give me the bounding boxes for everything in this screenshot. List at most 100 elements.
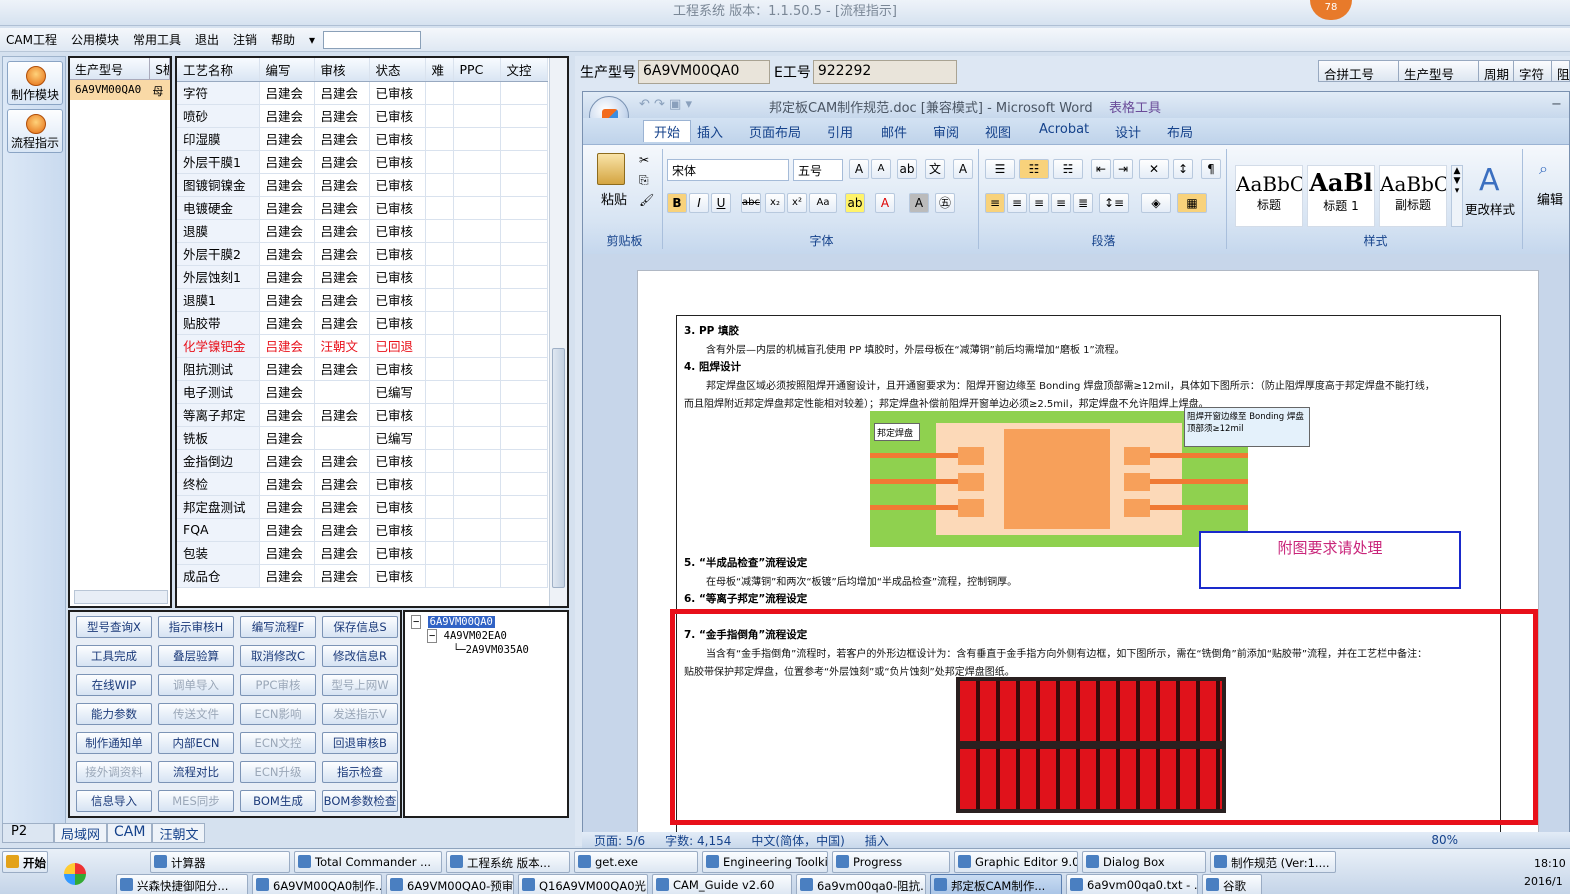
function-button[interactable]: BOM参数检查: [322, 790, 398, 812]
function-button[interactable]: 指示检查: [322, 761, 398, 783]
ribbon-tab[interactable]: 插入: [697, 122, 723, 141]
vertical-scrollbar[interactable]: [549, 58, 567, 606]
taskbar-item[interactable]: Total Commander ...: [294, 851, 442, 873]
product-no-field[interactable]: 6A9VM00QA0: [638, 60, 770, 84]
font-size-select[interactable]: 五号: [793, 159, 843, 181]
proc-col-header[interactable]: 审核: [314, 58, 370, 82]
col-more[interactable]: 阻: [1552, 61, 1570, 82]
menu-overflow-icon[interactable]: ▾: [309, 33, 315, 47]
function-button[interactable]: 能力参数: [76, 703, 152, 725]
paste-label[interactable]: 粘贴: [601, 189, 627, 208]
sort-icon[interactable]: ↕: [1173, 159, 1193, 179]
editing-label[interactable]: 编辑: [1537, 189, 1563, 208]
quick-access-toolbar[interactable]: ↶ ↷ ▣ ▾: [639, 97, 692, 112]
function-button[interactable]: 接外调资料: [76, 761, 152, 783]
superscript-icon[interactable]: x²: [787, 193, 807, 213]
function-button[interactable]: 编写流程F: [240, 616, 316, 638]
process-row[interactable]: 邦定盘测试 吕建会 吕建会 已审核: [177, 495, 548, 519]
tree-child[interactable]: − 4A9VM02EA0: [427, 629, 507, 643]
process-row[interactable]: 字符 吕建会 吕建会 已审核: [177, 81, 548, 105]
function-button[interactable]: 流程对比: [158, 761, 234, 783]
style-heading[interactable]: AaBbC 标题: [1235, 165, 1303, 227]
menu-dropdown[interactable]: [323, 30, 422, 49]
page-count[interactable]: 页面: 5/6: [594, 832, 645, 849]
subscript-icon[interactable]: x₂: [765, 193, 785, 213]
col-product-no[interactable]: 生产型号: [70, 58, 151, 79]
taskbar-item[interactable]: Graphic Editor 9.0...: [954, 851, 1078, 873]
font-color-icon[interactable]: A: [875, 193, 895, 213]
style-subtitle[interactable]: AaBbC 副标题: [1379, 165, 1447, 227]
flow-instruction-button[interactable]: 流程指示: [7, 109, 63, 153]
enclose-char-icon[interactable]: ㊄: [935, 193, 955, 213]
word-count[interactable]: 字数: 4,154: [665, 832, 731, 849]
proc-col-header[interactable]: 文控: [500, 58, 548, 82]
process-row[interactable]: 阻抗测试 吕建会 吕建会 已审核: [177, 357, 548, 381]
function-button[interactable]: 工具完成: [76, 645, 152, 667]
function-button[interactable]: ECN影响: [240, 703, 316, 725]
col-char[interactable]: 字符: [1514, 61, 1552, 82]
minimize-icon[interactable]: −: [1551, 97, 1562, 112]
shading-icon[interactable]: ◈: [1141, 193, 1171, 213]
taskbar-item[interactable]: 兴森快捷御阳分...: [116, 874, 248, 894]
taskbar-item[interactable]: 6A9VM00QA0制作...: [252, 874, 382, 894]
style-heading-1[interactable]: AaBl 标题 1: [1307, 165, 1375, 227]
change-styles-label[interactable]: 更改样式: [1465, 199, 1515, 218]
font-name-select[interactable]: 宋体: [667, 159, 789, 181]
tab-cam[interactable]: CAM: [107, 823, 153, 843]
bullets-icon[interactable]: ☰: [985, 159, 1015, 179]
italic-icon[interactable]: I: [689, 193, 709, 213]
taskbar-item[interactable]: 6A9VM00QA0-预审...: [386, 874, 514, 894]
process-row[interactable]: 印湿膜 吕建会 吕建会 已审核: [177, 127, 548, 151]
strikethrough-icon[interactable]: abc: [741, 193, 761, 213]
menu-help[interactable]: 帮助: [271, 31, 295, 48]
find-icon[interactable]: ⌕: [1539, 159, 1548, 179]
menu-tools[interactable]: 常用工具: [133, 31, 181, 48]
clock-time[interactable]: 18:10: [1534, 857, 1566, 870]
taskbar-item[interactable]: Progress: [832, 851, 950, 873]
justify-icon[interactable]: ≡: [1051, 193, 1071, 213]
process-row[interactable]: FQA 吕建会 吕建会 已审核: [177, 518, 548, 542]
ribbon-tab[interactable]: 页面布局: [749, 122, 801, 141]
show-marks-icon[interactable]: ¶: [1201, 159, 1221, 179]
function-button[interactable]: 内部ECN: [158, 732, 234, 754]
function-button[interactable]: 保存信息S: [322, 616, 398, 638]
function-button[interactable]: 调单导入: [158, 674, 234, 696]
menu-logout[interactable]: 注销: [233, 31, 257, 48]
bold-icon[interactable]: B: [667, 193, 687, 213]
phonetic-icon[interactable]: 文: [925, 159, 945, 179]
clear-format-icon[interactable]: ab: [897, 159, 917, 179]
process-row[interactable]: 外层干膜1 吕建会 吕建会 已审核: [177, 150, 548, 174]
ribbon-tab[interactable]: 审阅: [933, 122, 959, 141]
taskbar-item[interactable]: 谷歌: [1202, 874, 1262, 894]
annotation-box[interactable]: 附图要求请处理: [1199, 531, 1461, 589]
menu-common[interactable]: 公用模块: [71, 31, 119, 48]
function-button[interactable]: 信息导入: [76, 790, 152, 812]
proc-col-header[interactable]: 难: [425, 58, 454, 82]
cut-icon[interactable]: ✂: [639, 153, 649, 167]
process-row[interactable]: 退膜1 吕建会 吕建会 已审核: [177, 288, 548, 312]
char-scale-icon[interactable]: ✕: [1139, 159, 1169, 179]
proc-col-header[interactable]: 状态: [369, 58, 426, 82]
ribbon-tab[interactable]: 视图: [985, 122, 1011, 141]
function-button[interactable]: 型号查询X: [76, 616, 152, 638]
taskbar-item[interactable]: 计算器: [150, 851, 290, 873]
insert-mode[interactable]: 插入: [865, 832, 889, 849]
numbering-icon[interactable]: ☷: [1019, 159, 1049, 179]
process-row[interactable]: 金指倒边 吕建会 吕建会 已审核: [177, 449, 548, 473]
col-combined-job[interactable]: 合拼工号: [1319, 61, 1399, 82]
format-painter-icon[interactable]: 🖌: [639, 193, 654, 207]
function-button[interactable]: 指示审核H: [158, 616, 234, 638]
change-styles-icon[interactable]: A: [1479, 163, 1500, 198]
function-button[interactable]: 发送指示V: [322, 703, 398, 725]
page-selector[interactable]: P2: [2, 823, 54, 843]
grow-font-icon[interactable]: A: [849, 159, 869, 179]
ribbon-tab[interactable]: 引用: [827, 122, 853, 141]
function-button[interactable]: 回退审核B: [322, 732, 398, 754]
function-button[interactable]: PPC审核: [240, 674, 316, 696]
col-cycle[interactable]: 周期: [1479, 61, 1514, 82]
proc-col-header[interactable]: 编写: [259, 58, 315, 82]
tree-root[interactable]: − 6A9VM00QA0: [411, 615, 495, 629]
process-row[interactable]: 等离子邦定 吕建会 吕建会 已审核: [177, 403, 548, 427]
taskbar-item[interactable]: 6a9vm00qa0-阻抗...: [796, 874, 926, 894]
ribbon-tab[interactable]: Acrobat: [1039, 122, 1089, 137]
